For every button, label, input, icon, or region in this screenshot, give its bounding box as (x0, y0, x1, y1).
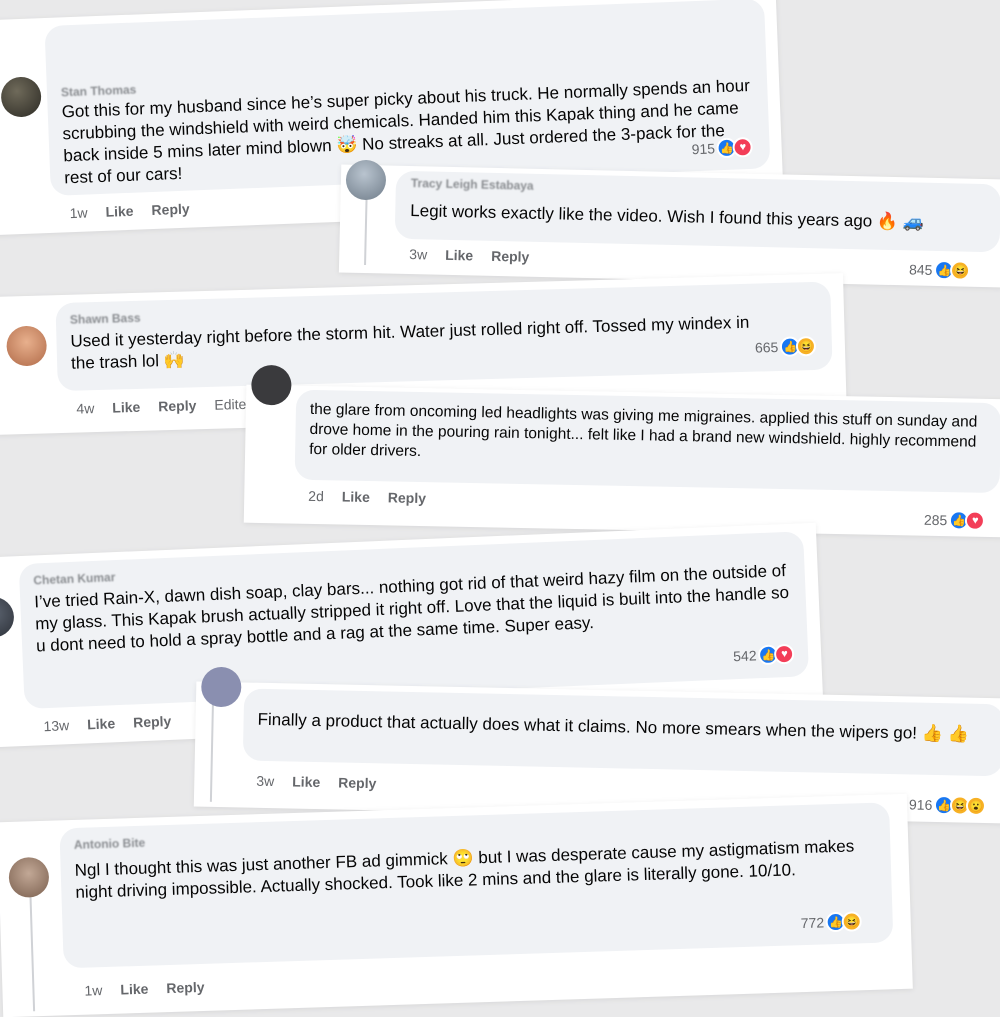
like-button[interactable]: Like (292, 774, 320, 791)
comment-actions: 2d Like Reply (308, 488, 426, 506)
love-icon: ♥ (732, 136, 754, 158)
reaction-count: 845 (908, 261, 933, 278)
timestamp[interactable]: 3w (409, 246, 427, 262)
avatar[interactable] (0, 596, 15, 639)
haha-icon: 😆 (796, 335, 817, 357)
comment-card: the glare from oncoming led headlights w… (243, 364, 1000, 538)
like-button[interactable]: Like (105, 203, 134, 220)
love-icon: ♥ (774, 643, 795, 665)
reaction-count: 915 (691, 140, 716, 158)
comment-actions: 1w Like Reply (84, 979, 204, 999)
comment-author[interactable]: Shawn Bass (70, 311, 141, 327)
like-button[interactable]: Like (112, 399, 140, 416)
comment-actions: 13w Like Reply (43, 713, 171, 734)
thread-line (209, 701, 214, 802)
like-button[interactable]: Like (342, 489, 370, 506)
comment-card: Tracy Leigh Estabaya Legit works exactly… (338, 159, 1000, 288)
like-button[interactable]: Like (87, 715, 116, 732)
timestamp[interactable]: 2d (308, 488, 324, 504)
reply-button[interactable]: Reply (158, 397, 197, 414)
reaction-summary[interactable]: 915 👍 ♥ (691, 136, 754, 159)
comment-author[interactable]: Antonio Bite (74, 836, 146, 852)
avatar[interactable] (251, 364, 292, 406)
avatar[interactable] (0, 76, 42, 118)
thread-line (29, 891, 36, 1012)
reply-button[interactable]: Reply (491, 248, 529, 265)
reaction-summary[interactable]: 665 👍 😆 (754, 335, 817, 358)
like-button[interactable]: Like (120, 981, 149, 998)
avatar[interactable] (8, 856, 50, 898)
haha-icon: 😆 (841, 911, 863, 932)
reaction-summary[interactable]: 845 👍 😆 (908, 259, 971, 281)
reaction-summary[interactable]: 285 👍 ♥ (924, 510, 986, 531)
comment-actions: 1w Like Reply (69, 201, 190, 222)
reaction-count: 285 (923, 511, 948, 529)
love-icon: ♥ (965, 510, 986, 531)
reaction-count: 772 (800, 914, 825, 932)
wow-icon: 😮 (966, 795, 987, 817)
comment-author[interactable]: Tracy Leigh Estabaya (411, 176, 534, 193)
reply-button[interactable]: Reply (338, 774, 376, 791)
reply-button[interactable]: Reply (151, 201, 190, 218)
comment-card: Antonio Bite Ngl I thought this was just… (0, 793, 913, 1017)
thread-line (364, 195, 368, 266)
avatar[interactable] (345, 159, 387, 201)
timestamp[interactable]: 3w (256, 773, 274, 789)
avatar[interactable] (200, 666, 242, 708)
reaction-summary[interactable]: 542 👍 ♥ (732, 643, 795, 667)
reaction-count: 665 (754, 338, 779, 356)
haha-icon: 😆 (950, 260, 971, 281)
comment-author[interactable]: Stan Thomas (61, 83, 137, 100)
reaction-summary[interactable]: 772 👍 😆 (800, 911, 863, 933)
like-button[interactable]: Like (445, 247, 473, 264)
timestamp[interactable]: 4w (76, 400, 94, 416)
comment-actions: 4w Like Reply Edited (76, 396, 254, 417)
timestamp[interactable]: 1w (69, 204, 88, 221)
reply-button[interactable]: Reply (166, 979, 205, 996)
reply-button[interactable]: Reply (388, 489, 426, 506)
avatar[interactable] (6, 325, 48, 367)
timestamp[interactable]: 1w (84, 982, 102, 999)
comment-actions: 3w Like Reply (256, 773, 376, 792)
timestamp[interactable]: 13w (43, 717, 69, 734)
reply-button[interactable]: Reply (133, 713, 172, 731)
reaction-summary[interactable]: 916 👍 😆 😮 (908, 794, 987, 817)
comment-actions: 3w Like Reply (409, 246, 529, 265)
reaction-count: 916 (908, 796, 933, 813)
reaction-count: 542 (732, 647, 757, 665)
